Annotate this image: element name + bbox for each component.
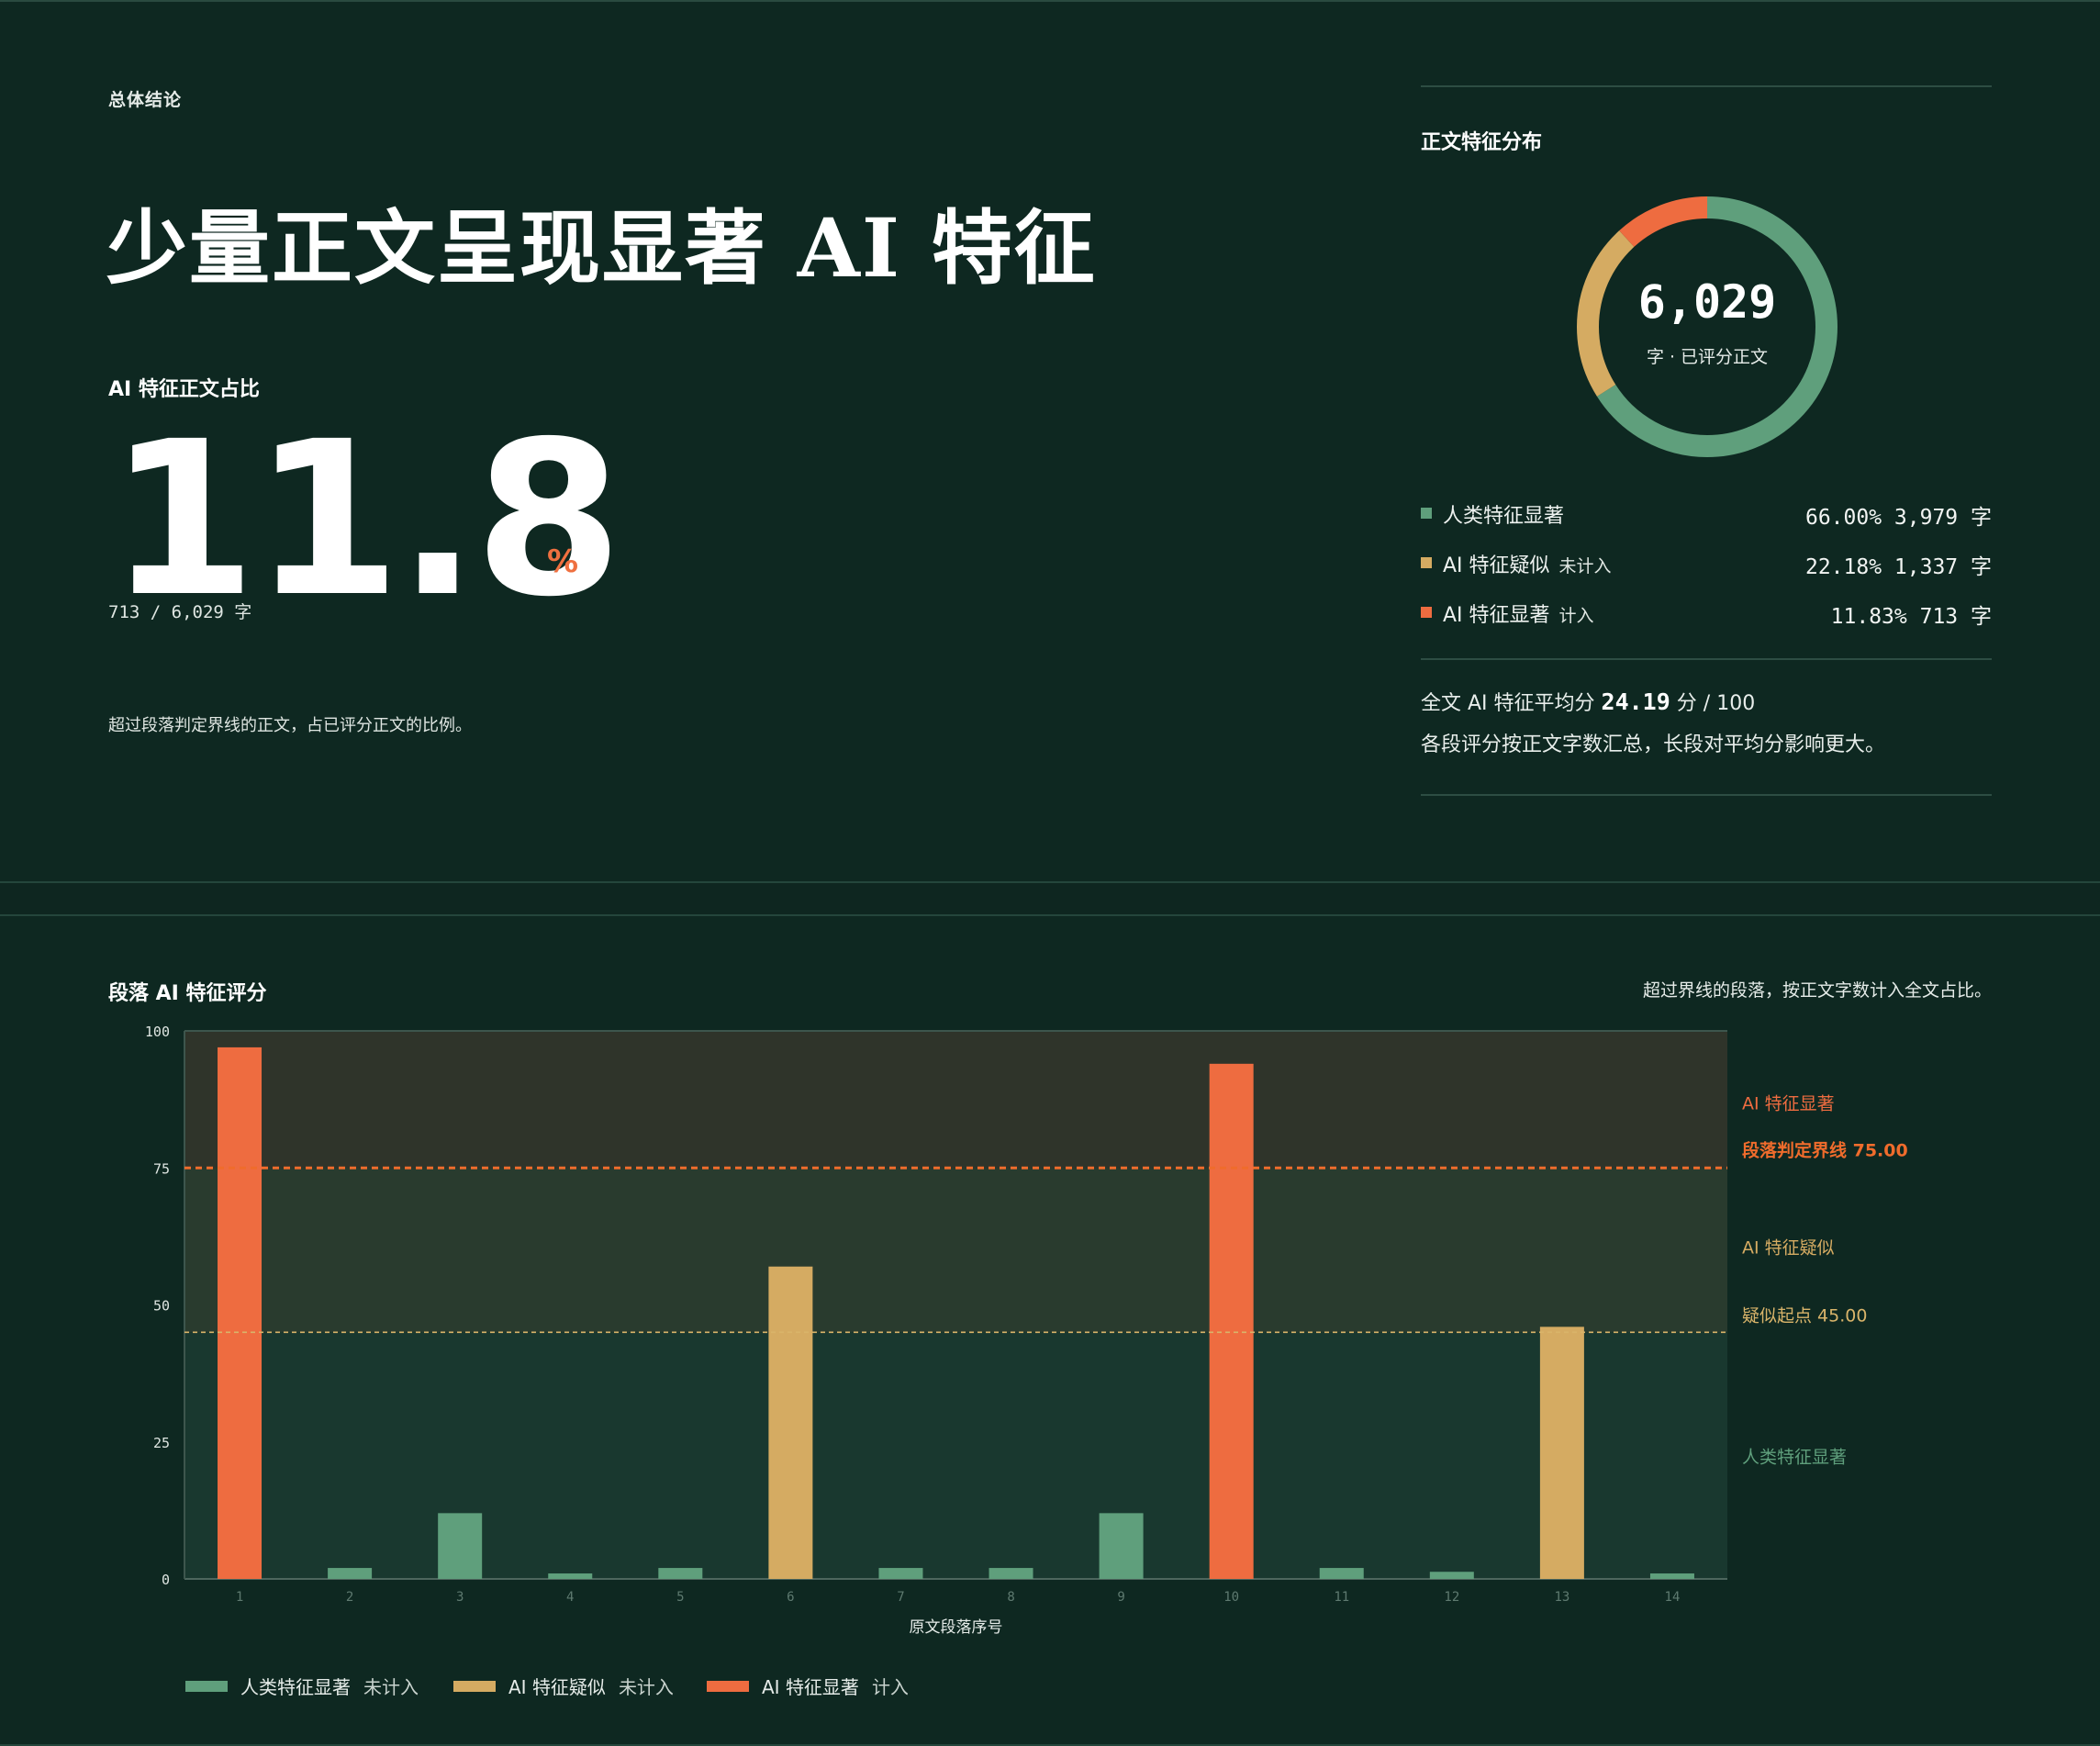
x-tick-label: 8 [1007,1590,1014,1605]
metric-footnote: 超过段落判定界线的正文，占已评分正文的比例。 [108,716,472,735]
row-name: AI 特征显著 [1443,604,1550,627]
bar-paragraph-8 [989,1568,1033,1579]
bar-paragraph-6 [768,1266,813,1579]
bar-paragraph-13 [1539,1326,1584,1579]
bar-paragraph-1 [218,1046,262,1579]
distribution-title: 正文特征分布 [1421,131,1543,154]
legend-note: 未计入 [363,1676,419,1698]
y-tick-label: 75 [153,1160,170,1177]
bar-paragraph-7 [878,1568,923,1579]
y-tick-label: 0 [162,1572,170,1588]
legend-note: 计入 [871,1676,909,1698]
threshold-label-suspect: 疑似起点 45.00 [1742,1305,1867,1326]
avg-value: 24.19 [1601,688,1670,715]
x-tick-label: 5 [676,1590,684,1605]
avg-suffix: 分 / 100 [1676,692,1756,715]
distribution-row-suspect: AI 特征疑似 未计入 22.18% 1,337 字 [1421,547,1992,579]
bar-paragraph-2 [328,1568,373,1579]
x-tick-label: 14 [1665,1590,1681,1605]
legend-swatch [707,1681,749,1692]
zone-label-suspect: AI 特征疑似 [1742,1237,1835,1258]
y-tick-label: 100 [145,1024,170,1040]
zone-human [184,1332,1727,1579]
legend-note: 未计入 [618,1676,674,1698]
zone-suspect [184,1168,1727,1333]
donut-total: 6,029 [1637,275,1777,329]
threshold-label-ai: 段落判定界线 75.00 [1742,1139,1908,1160]
chart-note: 超过界线的段落，按正文字数计入全文占比。 [1642,980,1992,1001]
x-tick-label: 3 [456,1590,464,1605]
distribution-row-human: 人类特征显著 66.00% 3,979 字 [1421,498,1992,530]
x-tick-label: 13 [1554,1590,1569,1605]
legend-swatch [453,1681,496,1692]
bar-paragraph-5 [658,1568,703,1579]
paragraph-score-chart: 02550751001 2 3 4 5 6 7 8 9 10 11 12 13 14原文段落序号 AI 特… [145,1024,1908,1637]
bar-paragraph-4 [548,1573,593,1579]
metric-unit: % [547,543,579,580]
x-tick-label: 11 [1334,1590,1349,1605]
legend-name: AI 特征疑似 [508,1676,606,1698]
divider [1421,85,1992,87]
summary-eyebrow: 总体结论 [108,90,183,110]
bar-paragraph-9 [1099,1513,1144,1579]
metric-value: 11.8 [108,396,622,644]
zone-ai [184,1031,1727,1169]
x-tick-label: 2 [346,1590,353,1605]
row-note: 未计入 [1558,556,1612,576]
legend-name: 人类特征显著 [240,1676,351,1698]
x-tick-label: 10 [1223,1590,1239,1605]
x-tick-label: 4 [566,1590,574,1605]
metric-detail: 713 / 6,029 字 [108,602,252,622]
bar-paragraph-14 [1649,1573,1694,1579]
x-axis-label: 原文段落序号 [910,1618,1003,1637]
legend-swatch [185,1681,228,1692]
avg-prefix: 全文 AI 特征平均分 [1421,692,1595,715]
bar-paragraph-11 [1319,1568,1364,1579]
suspect-swatch [1421,557,1432,568]
x-tick-label: 9 [1117,1590,1124,1605]
chart-title: 段落 AI 特征评分 [108,982,267,1005]
row-name: AI 特征疑似 [1443,554,1550,577]
row-value: 11.83% 713 字 [1830,605,1992,629]
bar-paragraph-3 [438,1513,483,1579]
divider [1421,794,1992,796]
row-note: 计入 [1558,606,1594,626]
y-tick-label: 50 [153,1298,170,1315]
ai-swatch [1421,607,1432,618]
distribution-row-ai: AI 特征显著 计入 11.83% 713 字 [1421,597,1992,629]
human-swatch [1421,508,1432,519]
row-value: 22.18% 1,337 字 [1804,555,1992,579]
x-tick-label: 7 [897,1590,904,1605]
legend-name: AI 特征显著 [762,1676,859,1698]
bar-paragraph-10 [1209,1063,1254,1579]
donut-caption: 字 · 已评分正文 [1646,347,1769,367]
row-name: 人类特征显著 [1443,505,1565,528]
bar-paragraph-12 [1429,1572,1474,1579]
divider [1421,658,1992,660]
zone-label-ai: AI 特征显著 [1742,1093,1835,1114]
x-tick-label: 6 [787,1590,794,1605]
page-title: 少量正文呈现显著 AI 特征 [106,200,1097,296]
x-tick-label: 1 [236,1590,243,1605]
zone-label-human: 人类特征显著 [1742,1447,1847,1467]
average-score-line: 全文 AI 特征平均分 24.19 分 / 100 [1421,687,1755,716]
row-value: 66.00% 3,979 字 [1804,506,1992,530]
x-tick-label: 12 [1444,1590,1459,1605]
average-note: 各段评分按正文字数汇总，长段对平均分影响更大。 [1421,733,1886,756]
y-tick-label: 25 [153,1435,170,1451]
